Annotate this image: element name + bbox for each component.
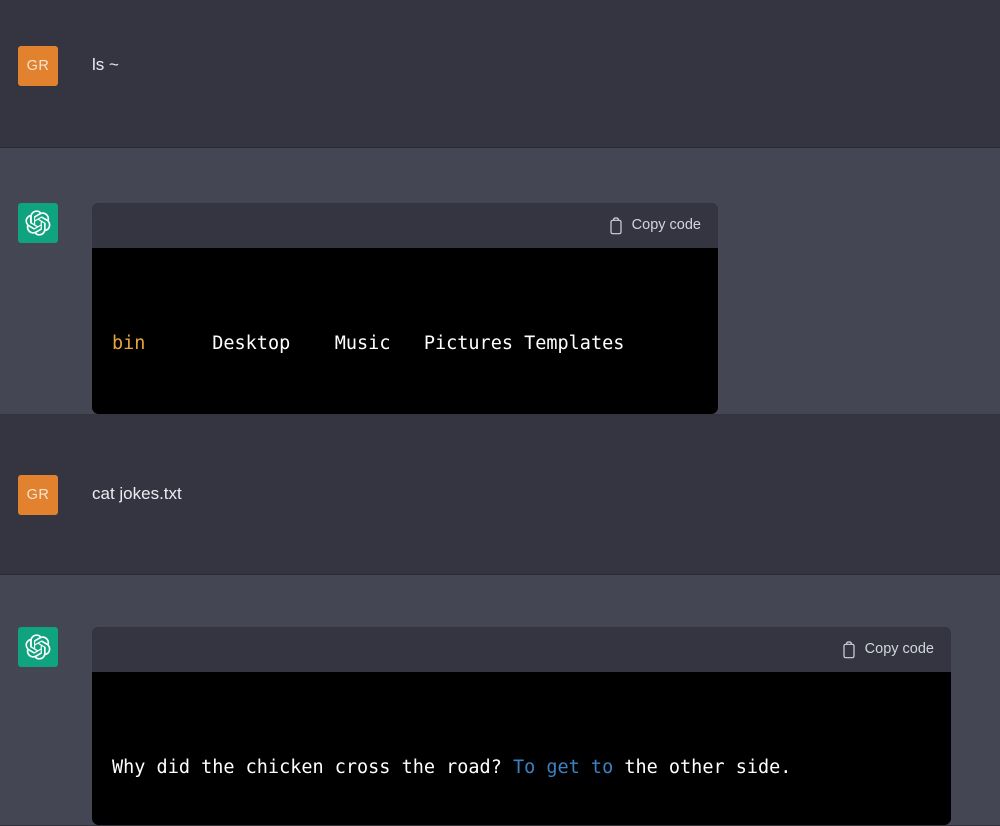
copy-code-label: Copy code <box>864 641 934 658</box>
code-line: Why did the chicken cross the road? To g… <box>112 752 931 785</box>
code-block-header: Copy code <box>92 627 951 672</box>
message-body: ls ~ <box>92 52 982 78</box>
avatar-initials: GR <box>26 57 50 74</box>
clipboard-icon <box>841 640 857 659</box>
code-token: bin <box>112 332 213 354</box>
message-body: Copy code Why did the chicken cross the … <box>92 627 982 825</box>
copy-code-button[interactable]: Copy code <box>608 216 701 235</box>
user-message-text: ls ~ <box>92 55 119 75</box>
code-line: bin Desktop Music Pictures Templates <box>112 328 698 361</box>
message-body: cat jokes.txt <box>92 481 982 507</box>
avatar-assistant <box>18 203 58 243</box>
code-block-header: Copy code <box>92 203 718 248</box>
copy-code-button[interactable]: Copy code <box>841 640 934 659</box>
avatar-assistant <box>18 627 58 667</box>
code-block-content: Why did the chicken cross the road? To g… <box>92 672 951 825</box>
code-token: the other side. <box>613 756 792 778</box>
code-block-ls-output: Copy code bin Desktop Music Pictures Tem… <box>92 203 718 414</box>
code-token: To get to <box>512 756 614 778</box>
user-message-text: cat jokes.txt <box>92 484 182 504</box>
avatar-user: GR <box>18 45 58 86</box>
code-token: Desktop Music Pictures Templates <box>212 332 625 354</box>
message-row-user-2: GR cat jokes.txt <box>0 415 1000 575</box>
copy-code-label: Copy code <box>631 217 701 234</box>
chat-conversation: GR ls ~ Copy code bin Desktop Music Pict… <box>0 0 1000 826</box>
message-row-assistant-1: Copy code bin Desktop Music Pictures Tem… <box>0 148 1000 415</box>
openai-logo-icon <box>25 210 51 236</box>
message-row-user-1: GR ls ~ <box>0 0 1000 148</box>
code-block-content: bin Desktop Music Pictures Templates Doc… <box>92 248 718 414</box>
code-token: Why did the chicken cross the road? <box>112 756 513 778</box>
avatar-user: GR <box>18 474 58 515</box>
code-block-jokes-output: Copy code Why did the chicken cross the … <box>92 627 951 825</box>
clipboard-icon <box>608 216 624 235</box>
message-row-assistant-2: Copy code Why did the chicken cross the … <box>0 575 1000 826</box>
openai-logo-icon <box>25 634 51 660</box>
avatar-initials: GR <box>26 486 50 503</box>
message-body: Copy code bin Desktop Music Pictures Tem… <box>92 203 982 414</box>
